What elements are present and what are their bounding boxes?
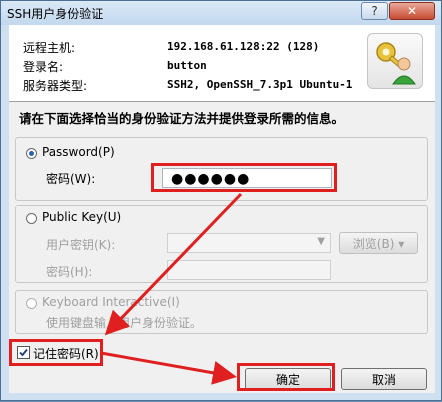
arrow-to-remember	[104, 192, 243, 336]
arrow-to-ok	[100, 351, 237, 385]
annotation-arrows	[100, 192, 243, 385]
ssh-auth-dialog: SSH用户身份验证 ? ✕ 远程主机: 192.168.61.128:22 (1…	[0, 0, 442, 401]
